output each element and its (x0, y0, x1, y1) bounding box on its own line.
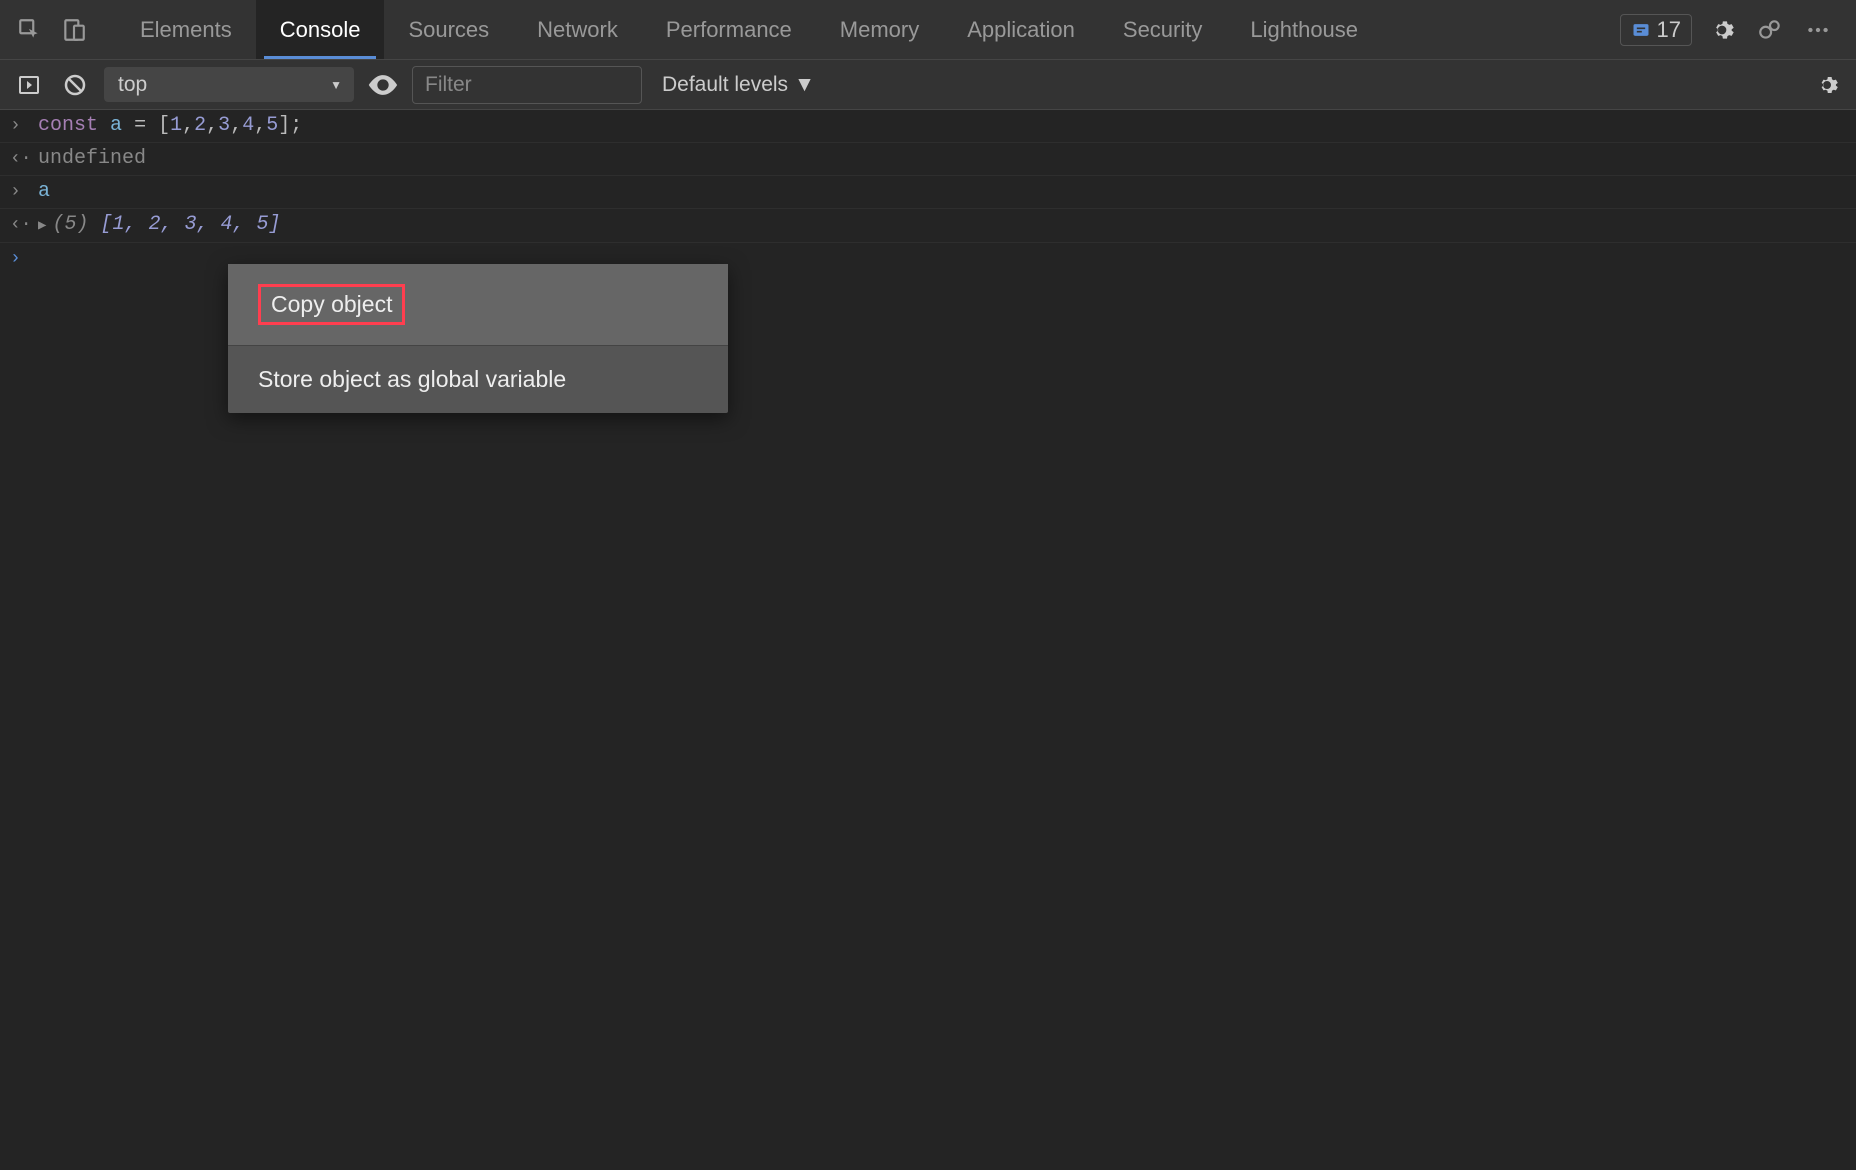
live-expression-icon[interactable] (366, 68, 400, 102)
settings-icon[interactable] (1704, 12, 1740, 48)
issues-badge[interactable]: 17 (1620, 14, 1692, 46)
toggle-sidebar-icon[interactable] (12, 68, 46, 102)
panel-tabs: Elements Console Sources Network Perform… (116, 0, 1616, 59)
filter-input[interactable] (412, 66, 642, 104)
console-settings-icon[interactable] (1810, 68, 1844, 102)
menu-label: Store object as global variable (258, 366, 566, 392)
inspect-element-icon[interactable] (12, 12, 48, 48)
chevron-down-icon: ▼ (794, 73, 815, 97)
console-output-row[interactable]: ‹· ▶(5) [1, 2, 3, 4, 5] (0, 209, 1856, 243)
console-output: › const a = [1,2,3,4,5]; ‹· undefined › … (0, 110, 1856, 275)
input-chevron-icon: › (10, 114, 26, 138)
devices-icon[interactable] (1752, 12, 1788, 48)
log-levels-select[interactable]: Default levels ▼ (662, 73, 815, 97)
tab-lighthouse[interactable]: Lighthouse (1226, 0, 1382, 59)
console-input-row[interactable]: › const a = [1,2,3,4,5]; (0, 110, 1856, 143)
array-values: [1, 2, 3, 4, 5] (100, 213, 280, 236)
levels-label: Default levels (662, 73, 788, 97)
device-toggle-icon[interactable] (56, 12, 92, 48)
more-icon[interactable] (1800, 12, 1836, 48)
issues-count: 17 (1657, 17, 1681, 43)
menu-label: Copy object (258, 284, 405, 325)
menu-item-copy-object[interactable]: Copy object (228, 264, 728, 346)
console-toolbar: top Default levels ▼ (0, 60, 1856, 110)
console-output-row[interactable]: ‹· undefined (0, 143, 1856, 176)
devtools-toolbar: Elements Console Sources Network Perform… (0, 0, 1856, 60)
tab-application[interactable]: Application (943, 0, 1099, 59)
output-chevron-icon: ‹· (10, 147, 26, 171)
tab-memory[interactable]: Memory (816, 0, 943, 59)
menu-item-store-global[interactable]: Store object as global variable (228, 346, 728, 413)
code-line: const a = [1,2,3,4,5]; (38, 114, 1846, 138)
output-chevron-icon: ‹· (10, 213, 26, 237)
tab-performance[interactable]: Performance (642, 0, 816, 59)
tab-sources[interactable]: Sources (384, 0, 513, 59)
clear-console-icon[interactable] (58, 68, 92, 102)
prompt-chevron-icon: › (10, 247, 26, 271)
tab-elements[interactable]: Elements (116, 0, 256, 59)
execution-context-select[interactable]: top (104, 67, 354, 102)
context-menu: Copy object Store object as global varia… (228, 264, 728, 413)
tab-security[interactable]: Security (1099, 0, 1226, 59)
undefined-output: undefined (38, 147, 1846, 171)
variable-ref: a (38, 180, 1846, 204)
expand-triangle-icon[interactable]: ▶ (38, 214, 46, 238)
console-input-row[interactable]: › a (0, 176, 1856, 209)
input-chevron-icon: › (10, 180, 26, 204)
array-output: ▶(5) [1, 2, 3, 4, 5] (38, 213, 1846, 238)
tab-console[interactable]: Console (256, 0, 385, 59)
tab-network[interactable]: Network (513, 0, 642, 59)
